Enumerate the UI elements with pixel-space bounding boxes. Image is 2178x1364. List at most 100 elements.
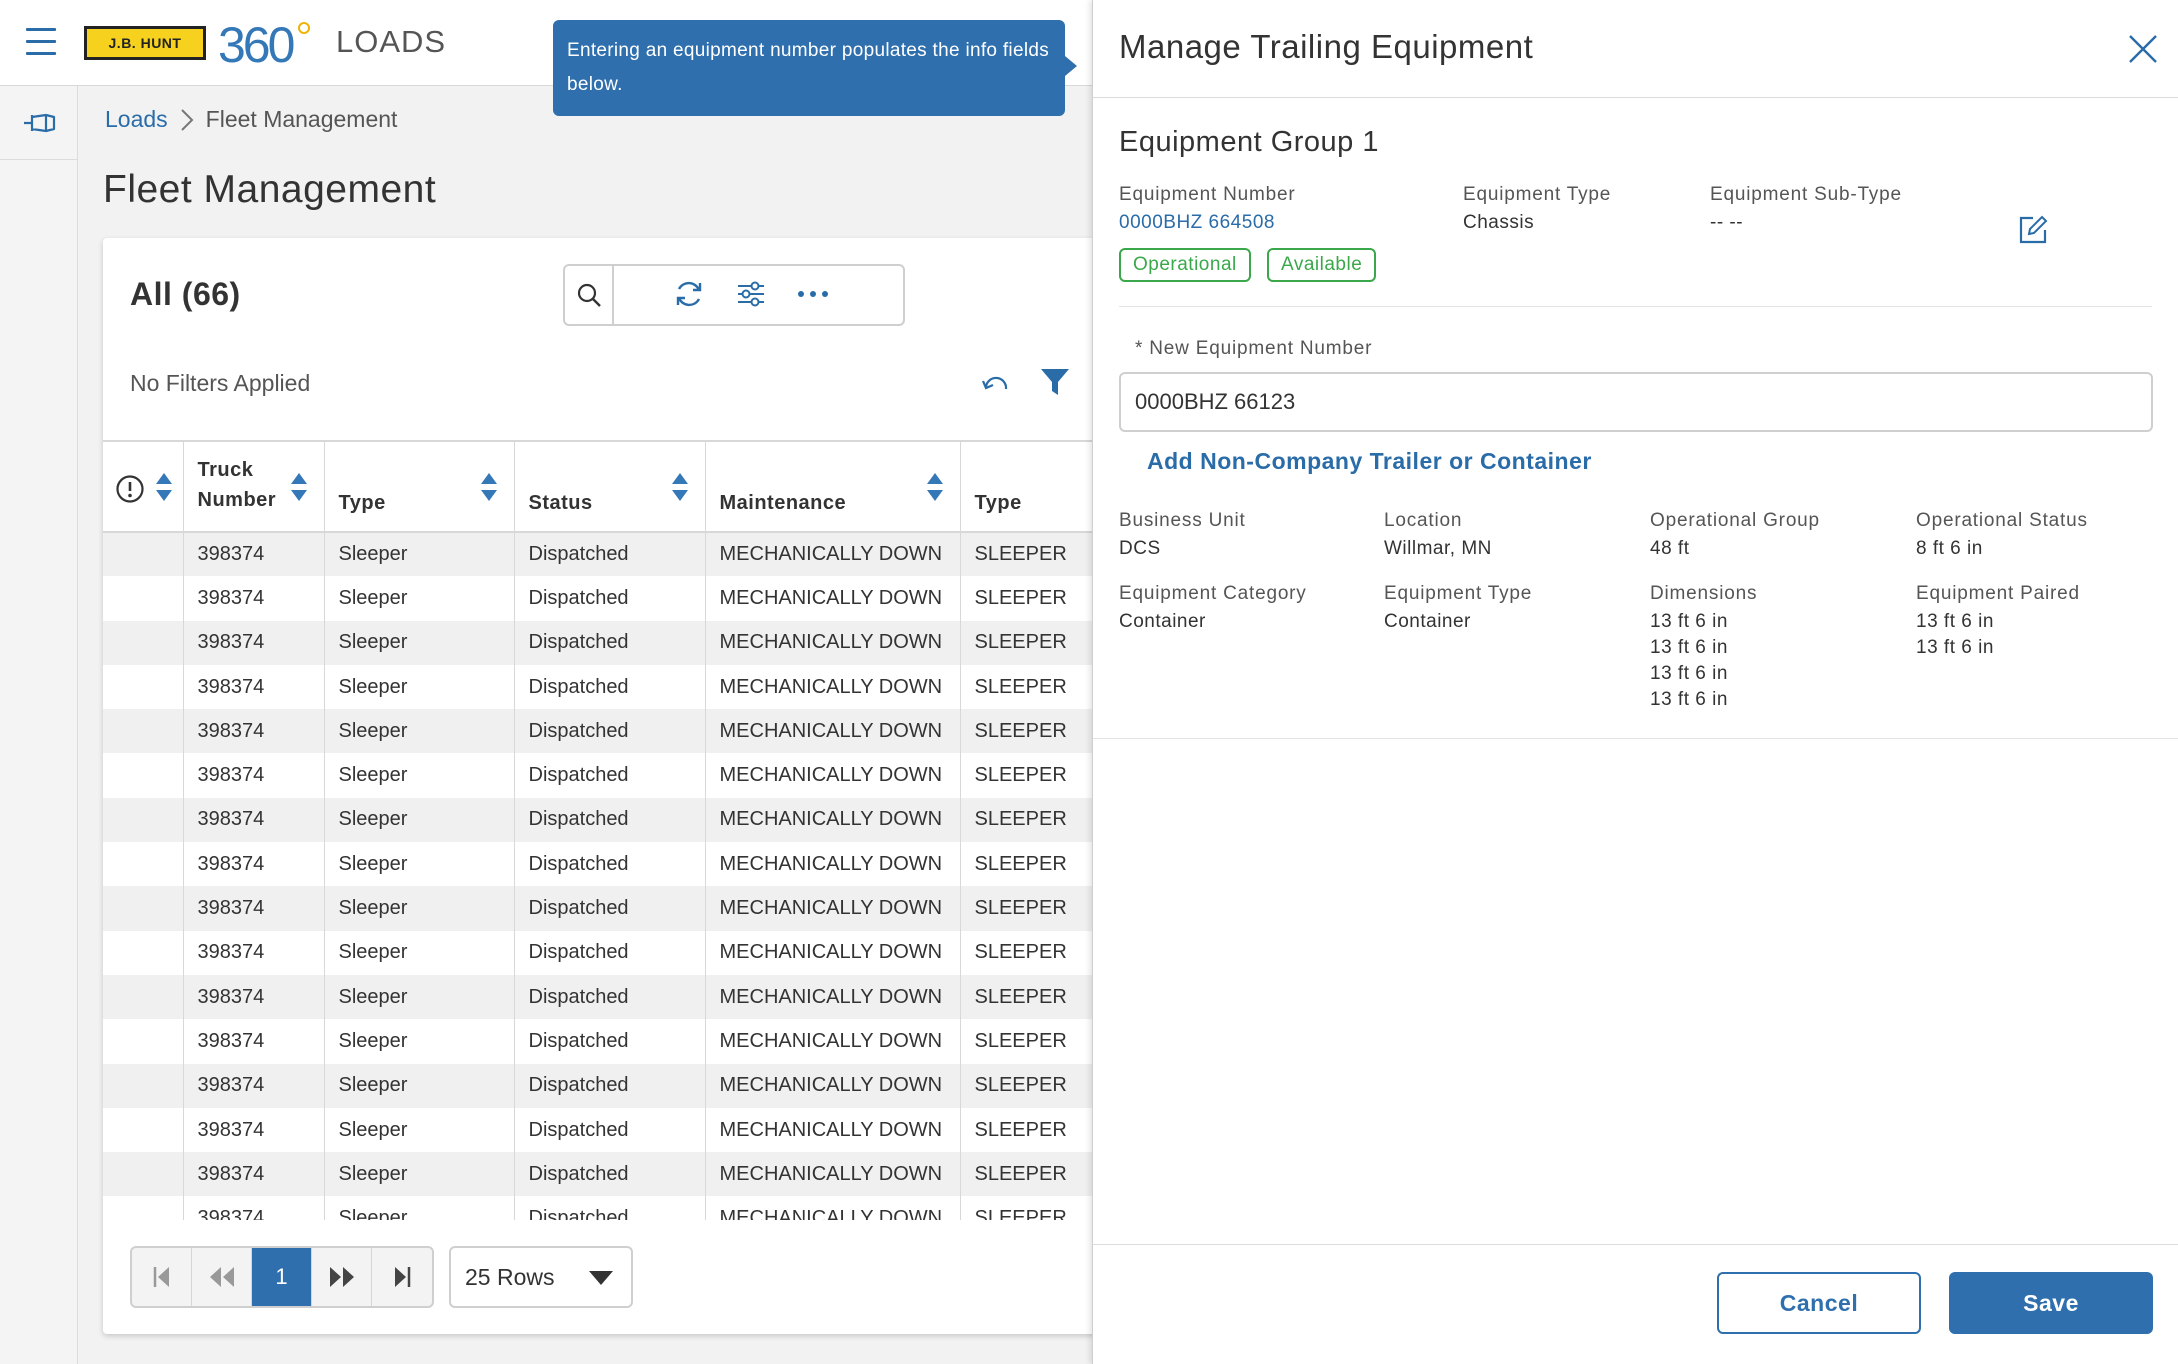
type-cell: Sleeper <box>324 797 515 843</box>
search-icon[interactable] <box>565 266 614 324</box>
column-header-maintenance[interactable]: Maintenance <box>705 442 961 533</box>
sort-icon[interactable] <box>480 472 498 502</box>
maintenance-cell: MECHANICALLY DOWN <box>705 576 961 621</box>
table-row[interactable]: 398374 Sleeper Dispatched MECHANICALLY DOWN… <box>103 753 1113 798</box>
column-header-type[interactable]: Type <box>324 442 515 533</box>
divider <box>1093 738 2178 739</box>
hamburger-menu-icon[interactable] <box>26 28 56 56</box>
pagination: 1 <box>130 1246 434 1308</box>
truck-number-cell: 398374 <box>183 532 325 577</box>
info-tooltip: Entering an equipment number populates t… <box>553 20 1077 116</box>
alert-cell <box>103 1019 184 1064</box>
sort-icon[interactable] <box>155 472 173 502</box>
breadcrumb-loads-link[interactable]: Loads <box>105 106 168 133</box>
previous-page-icon[interactable] <box>192 1248 252 1306</box>
last-page-icon[interactable] <box>372 1248 432 1306</box>
table-row[interactable]: 398374 Sleeper Dispatched MECHANICALLY DOWN… <box>103 709 1113 754</box>
more-options-icon[interactable] <box>793 274 833 314</box>
table-row[interactable]: 398374 Sleeper Dispatched MECHANICALLY DOWN… <box>103 620 1113 665</box>
rows-per-page-select[interactable]: 25 Rows <box>449 1246 633 1308</box>
location-label: Location <box>1384 510 1463 531</box>
table-row[interactable]: 398374 Sleeper Dispatched MECHANICALLY DOWN… <box>103 886 1113 931</box>
status-cell: Dispatched <box>514 930 706 975</box>
alert-cell <box>103 930 184 975</box>
table-row[interactable]: 398374 Sleeper Dispatched MECHANICALLY DOWN… <box>103 1063 1113 1108</box>
equipment-type-cell: SLEEPER <box>960 664 1113 710</box>
table-row[interactable]: 398374 Sleeper Dispatched MECHANICALLY DOWN… <box>103 930 1113 975</box>
type-cell: Sleeper <box>324 1152 515 1197</box>
maintenance-cell: MECHANICALLY DOWN <box>705 974 961 1020</box>
alert-cell <box>103 1196 184 1220</box>
table-row[interactable]: 398374 Sleeper Dispatched MECHANICALLY DOWN… <box>103 974 1113 1020</box>
truck-number-cell: 398374 <box>183 620 325 665</box>
table-row[interactable]: 398374 Sleeper Dispatched MECHANICALLY DOWN… <box>103 576 1113 621</box>
column-header-status[interactable]: Status <box>514 442 706 533</box>
save-button[interactable]: Save <box>1949 1272 2153 1334</box>
type-cell: Sleeper <box>324 620 515 665</box>
maintenance-cell: MECHANICALLY DOWN <box>705 532 961 577</box>
alert-cell <box>103 576 184 621</box>
table-row[interactable]: 398374 Sleeper Dispatched MECHANICALLY DOWN… <box>103 532 1113 577</box>
column-header-label: Type <box>974 492 1022 514</box>
record-count-title: All (66) <box>130 276 241 312</box>
table-row[interactable]: 398374 Sleeper Dispatched MECHANICALLY DOWN… <box>103 1196 1113 1220</box>
next-page-icon[interactable] <box>312 1248 372 1306</box>
type-cell: Sleeper <box>324 664 515 710</box>
alert-cell <box>103 797 184 843</box>
close-icon[interactable] <box>2126 32 2160 66</box>
equipment-type-cell: SLEEPER <box>960 1107 1113 1153</box>
type-cell: Sleeper <box>324 886 515 931</box>
type-cell: Sleeper <box>324 930 515 975</box>
status-cell: Dispatched <box>514 1152 706 1197</box>
jb-hunt-logo: J.B. HUNT <box>84 26 206 60</box>
status-cell: Dispatched <box>514 1063 706 1108</box>
operational-group-label: Operational Group <box>1650 510 1820 531</box>
truck-number-cell: 398374 <box>183 930 325 975</box>
table-row[interactable]: 398374 Sleeper Dispatched MECHANICALLY DOWN… <box>103 1019 1113 1064</box>
logo-dot-icon <box>298 22 310 34</box>
equipment-type-cell: SLEEPER <box>960 620 1113 665</box>
edit-icon[interactable] <box>2017 214 2049 246</box>
current-page-button[interactable]: 1 <box>252 1248 312 1306</box>
undo-icon[interactable] <box>975 364 1015 404</box>
table-row[interactable]: 398374 Sleeper Dispatched MECHANICALLY DOWN… <box>103 797 1113 843</box>
maintenance-cell: MECHANICALLY DOWN <box>705 1063 961 1108</box>
sort-icon[interactable] <box>926 472 944 502</box>
table-row[interactable]: 398374 Sleeper Dispatched MECHANICALLY DOWN… <box>103 842 1113 887</box>
maintenance-cell: MECHANICALLY DOWN <box>705 709 961 754</box>
equipment-type-cell: SLEEPER <box>960 797 1113 843</box>
dimensions-value: 13 ft 6 in <box>1650 637 1728 658</box>
table-row[interactable]: 398374 Sleeper Dispatched MECHANICALLY DOWN… <box>103 1107 1113 1153</box>
equipment-group-title: Equipment Group 1 <box>1119 126 1379 158</box>
refresh-icon[interactable] <box>669 274 709 314</box>
truck-number-cell: 398374 <box>183 1019 325 1064</box>
location-value: Willmar, MN <box>1384 538 1492 559</box>
equipment-type-cell: SLEEPER <box>960 709 1113 754</box>
table-row[interactable]: 398374 Sleeper Dispatched MECHANICALLY DOWN… <box>103 1152 1113 1197</box>
page: J.B. HUNT 360 LOADS Loads Fleet Manageme… <box>0 0 2178 1364</box>
equipment-number-link[interactable]: 0000BHZ 664508 <box>1119 210 1275 236</box>
maintenance-cell: MECHANICALLY DOWN <box>705 1196 961 1220</box>
table-row[interactable]: 398374 Sleeper Dispatched MECHANICALLY DOWN… <box>103 664 1113 710</box>
settings-sliders-icon[interactable] <box>731 274 771 314</box>
drawer-title: Manage Trailing Equipment <box>1119 28 1534 65</box>
alert-cell <box>103 620 184 665</box>
cancel-button[interactable]: Cancel <box>1717 1272 1921 1334</box>
pin-icon[interactable] <box>0 86 78 160</box>
maintenance-cell: MECHANICALLY DOWN <box>705 620 961 665</box>
maintenance-cell: MECHANICALLY DOWN <box>705 797 961 843</box>
alert-cell <box>103 532 184 577</box>
status-cell: Dispatched <box>514 532 706 577</box>
column-header-truck-number[interactable]: Truck Number <box>183 442 325 533</box>
sort-icon[interactable] <box>671 472 689 502</box>
status-badge-available: Available <box>1267 248 1377 282</box>
first-page-icon[interactable] <box>132 1248 192 1306</box>
filter-funnel-icon[interactable] <box>1035 362 1075 402</box>
column-header-equipment-type[interactable]: Type <box>960 442 1113 533</box>
alert-cell <box>103 1152 184 1197</box>
truck-number-cell: 398374 <box>183 1107 325 1153</box>
new-equipment-number-input[interactable] <box>1119 372 2153 432</box>
add-non-company-trailer-link[interactable]: Add Non-Company Trailer or Container <box>1147 448 1592 475</box>
sort-icon[interactable] <box>290 472 308 502</box>
alert-column-header[interactable] <box>103 442 184 533</box>
